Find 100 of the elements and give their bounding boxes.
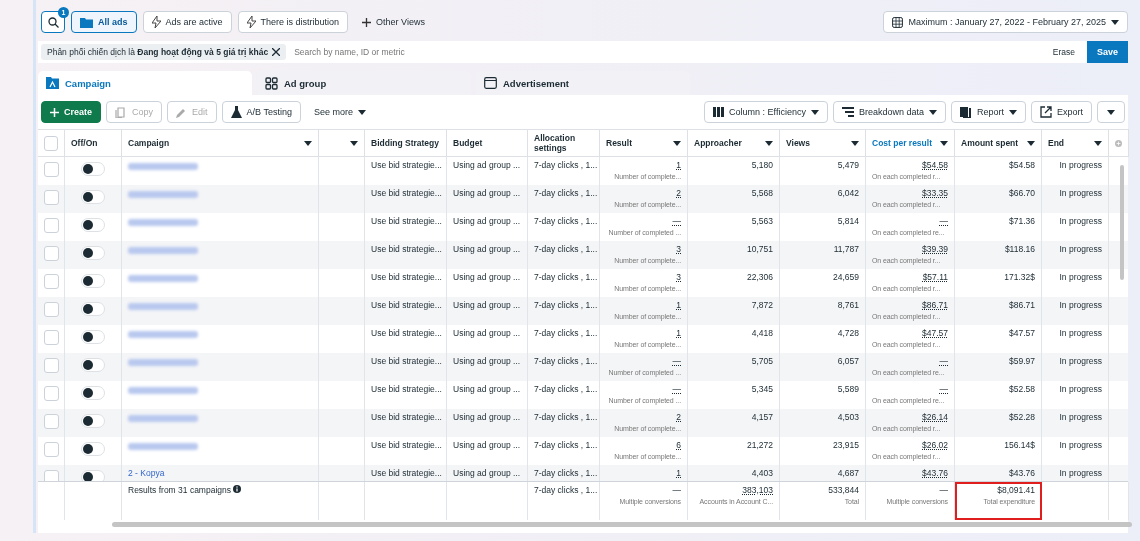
erase-button[interactable]: Erase [1046,41,1081,63]
table-cell: In progress [1042,185,1109,213]
toolbar-button[interactable]: A/B Testing [221,101,301,123]
summary-label: Results from 31 campaigns [128,485,231,495]
checkbox[interactable] [44,246,59,261]
column-header[interactable]: Allocation settings [528,129,600,157]
table-cell-text: — [938,356,948,366]
toggle-switch[interactable] [81,414,105,428]
checkbox[interactable] [44,162,59,177]
caret-icon [1009,109,1017,115]
toggle-switch[interactable] [81,358,105,372]
toggle-switch[interactable] [81,218,105,232]
table-cell-text: $54.58 [921,160,948,170]
filter-chip[interactable]: Phân phối chiến dịch là Đang hoạt động và 5 giá trị khác [41,44,287,60]
column-header[interactable]: Budget [447,129,528,157]
table-cell: 7-day clicks , 1... [528,353,600,381]
checkbox[interactable] [44,470,59,481]
date-range-picker[interactable]: Maximum : January 27, 2022 - February 27, 2025 [883,11,1128,33]
checkbox[interactable] [44,386,59,401]
toggle-switch[interactable] [81,246,105,260]
table-cell: $66.70 [955,185,1042,213]
filter-bar[interactable]: Phân phối chiến dịch là Đang hoạt động và 5 giá trị khác Search by name, ID or metric Erase Save [38,41,1128,63]
table-cell: 7-day clicks , 1... [528,241,600,269]
report-icon [959,106,972,118]
toolbar-button[interactable]: Export [1031,101,1092,123]
table-cell-text: $8,091.41 [996,485,1035,495]
info-icon[interactable] [233,485,242,493]
checkbox[interactable] [44,358,59,373]
toggle-switch[interactable] [81,386,105,400]
caret-icon [304,140,312,146]
column-header[interactable]: Bidding Strategy [365,129,447,157]
table-cell-text: 3 [675,244,681,254]
toolbar-button[interactable]: Create [41,101,101,123]
grid-icon [265,76,278,90]
table-cell: In progress [1042,353,1109,381]
view-tab[interactable]: There is distribution [237,11,349,33]
table-cell: Using ad group ... [447,409,528,437]
view-tab[interactable]: Ads are active [142,11,232,33]
campaign-link[interactable]: 2 - Kopya [128,468,165,478]
close-icon[interactable] [272,48,281,56]
view-tab[interactable]: Other Views [354,11,433,33]
caret-icon [928,109,937,115]
checkbox[interactable] [44,442,59,457]
column-header[interactable]: Approacher [688,129,780,157]
table-cell-text: — [938,216,948,226]
table-cell: 11,787 [780,241,866,269]
table-cell: In progress [1042,409,1109,437]
table-cell-text: 2 [675,412,681,422]
toggle-switch[interactable] [81,274,105,288]
view-tab[interactable]: All ads [71,11,137,33]
table-cell: 4,157 [688,409,780,437]
dropdown-button[interactable] [1097,101,1125,123]
table-cell-text: 533,844 [827,485,859,495]
level-tab[interactable]: Campaign [38,71,252,95]
checkbox[interactable] [44,190,59,205]
table-cell: Use bid strategie... [365,297,447,325]
toggle-switch[interactable] [81,302,105,316]
table-cell: 4,503 [780,409,866,437]
checkbox[interactable] [44,135,58,151]
table-cell: Use bid strategie... [365,185,447,213]
toggle-switch[interactable] [81,330,105,344]
table-cell-text: 1 [675,328,681,338]
table-cell: 7,872 [688,297,780,325]
caret-icon [1027,140,1035,146]
checkbox[interactable] [44,302,59,317]
table-cell-text: 3 [675,272,681,282]
column-header[interactable]: End [1042,129,1109,157]
toggle-switch[interactable] [81,190,105,204]
column-header[interactable]: Result [600,129,688,157]
table-cell: 7-day clicks , 1... [528,482,600,520]
table-cell-text: — [671,216,681,226]
checkbox[interactable] [44,274,59,289]
table-cell-text: — [938,384,948,394]
table-cell: 5,705 [688,353,780,381]
toolbar-button[interactable]: See more [305,101,374,123]
table-cell: 7-day clicks , 1... [528,185,600,213]
column-header[interactable]: Cost per result [866,129,955,157]
checkbox[interactable] [44,330,59,345]
table-cell-text: $33.35 [921,188,948,198]
checkbox[interactable] [44,218,59,233]
column-header[interactable]: Off/On [65,129,122,157]
folder-icon [80,16,93,28]
calendar-icon [892,16,904,28]
table-cell: In progress [1042,297,1109,325]
save-button[interactable]: Save [1086,41,1128,63]
toggle-switch[interactable] [81,442,105,456]
table-cell-text: 2 [675,188,681,198]
pencil-icon [176,106,188,118]
column-header[interactable]: Campaign [122,129,319,157]
toggle-switch[interactable] [81,470,105,481]
table-cell: $86.71 [955,297,1042,325]
table-cell-text: — [671,384,681,394]
column-header[interactable]: Amount spent [955,129,1042,157]
toolbar-button[interactable]: Report [950,101,1026,123]
toggle-switch[interactable] [81,162,105,176]
checkbox[interactable] [44,414,59,429]
column-header[interactable]: Views [780,129,866,157]
table-cell: $43.76 [955,465,1042,481]
toolbar-button[interactable]: Column : Efficiency [704,101,828,123]
toolbar-button[interactable]: Breakdown data [832,101,946,123]
